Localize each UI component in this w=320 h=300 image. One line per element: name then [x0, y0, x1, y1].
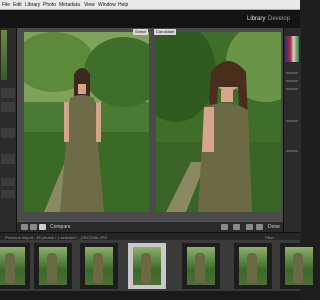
select-label: Select	[133, 29, 149, 35]
left-panel	[0, 28, 17, 238]
panel-section[interactable]	[1, 102, 15, 112]
film-thumb[interactable]	[234, 243, 272, 289]
compare-mode-label: Compare	[50, 224, 71, 230]
menu-item-view[interactable]: View	[84, 2, 95, 8]
film-thumb[interactable]	[182, 243, 220, 289]
film-thumb[interactable]	[0, 243, 30, 289]
candidate-label: Candidate	[154, 29, 177, 35]
panel-row[interactable]	[286, 88, 298, 90]
film-thumb[interactable]	[280, 243, 318, 289]
candidate-photo-image	[156, 32, 281, 212]
panel-section[interactable]	[1, 178, 15, 186]
menu-item-file[interactable]: File	[2, 2, 10, 8]
panel-section[interactable]	[1, 154, 15, 164]
grid-view-button[interactable]	[21, 224, 28, 230]
menu-bar: File Edit Library Photo Metadata View Wi…	[0, 0, 300, 10]
menu-item-edit[interactable]: Edit	[13, 2, 22, 8]
menu-item-window[interactable]: Window	[98, 2, 116, 8]
compare-view-button[interactable]	[39, 224, 46, 230]
menu-item-help[interactable]: Help	[118, 2, 128, 8]
film-thumb-selected[interactable]	[128, 243, 166, 289]
module-library[interactable]: Library	[247, 16, 265, 22]
panel-row[interactable]	[286, 72, 298, 74]
panel-row[interactable]	[286, 120, 298, 122]
menu-item-library[interactable]: Library	[25, 2, 40, 8]
menu-item-photo[interactable]: Photo	[43, 2, 56, 8]
next-icon[interactable]	[256, 224, 263, 230]
film-thumb[interactable]	[34, 243, 72, 289]
previous-icon[interactable]	[246, 224, 253, 230]
panel-section[interactable]	[1, 190, 15, 198]
loupe-view-button[interactable]	[30, 224, 37, 230]
select-photo-image	[24, 32, 149, 212]
candidate-photo[interactable]	[156, 32, 281, 212]
select-photo[interactable]	[24, 32, 149, 212]
module-develop[interactable]: Develop	[268, 16, 290, 22]
panel-row[interactable]	[286, 80, 298, 82]
make-select-icon[interactable]	[233, 224, 240, 230]
module-picker: Library Develop	[0, 10, 300, 28]
histogram	[285, 36, 299, 62]
film-thumb[interactable]	[80, 243, 118, 289]
panel-section[interactable]	[1, 88, 15, 98]
panel-row[interactable]	[286, 150, 298, 152]
bottom-bar	[0, 291, 300, 300]
menu-item-metadata[interactable]: Metadata	[59, 2, 80, 8]
navigator-preview[interactable]	[1, 30, 7, 80]
done-button[interactable]: Done	[268, 224, 280, 230]
swap-icon[interactable]	[221, 224, 228, 230]
panel-section[interactable]	[1, 128, 15, 138]
